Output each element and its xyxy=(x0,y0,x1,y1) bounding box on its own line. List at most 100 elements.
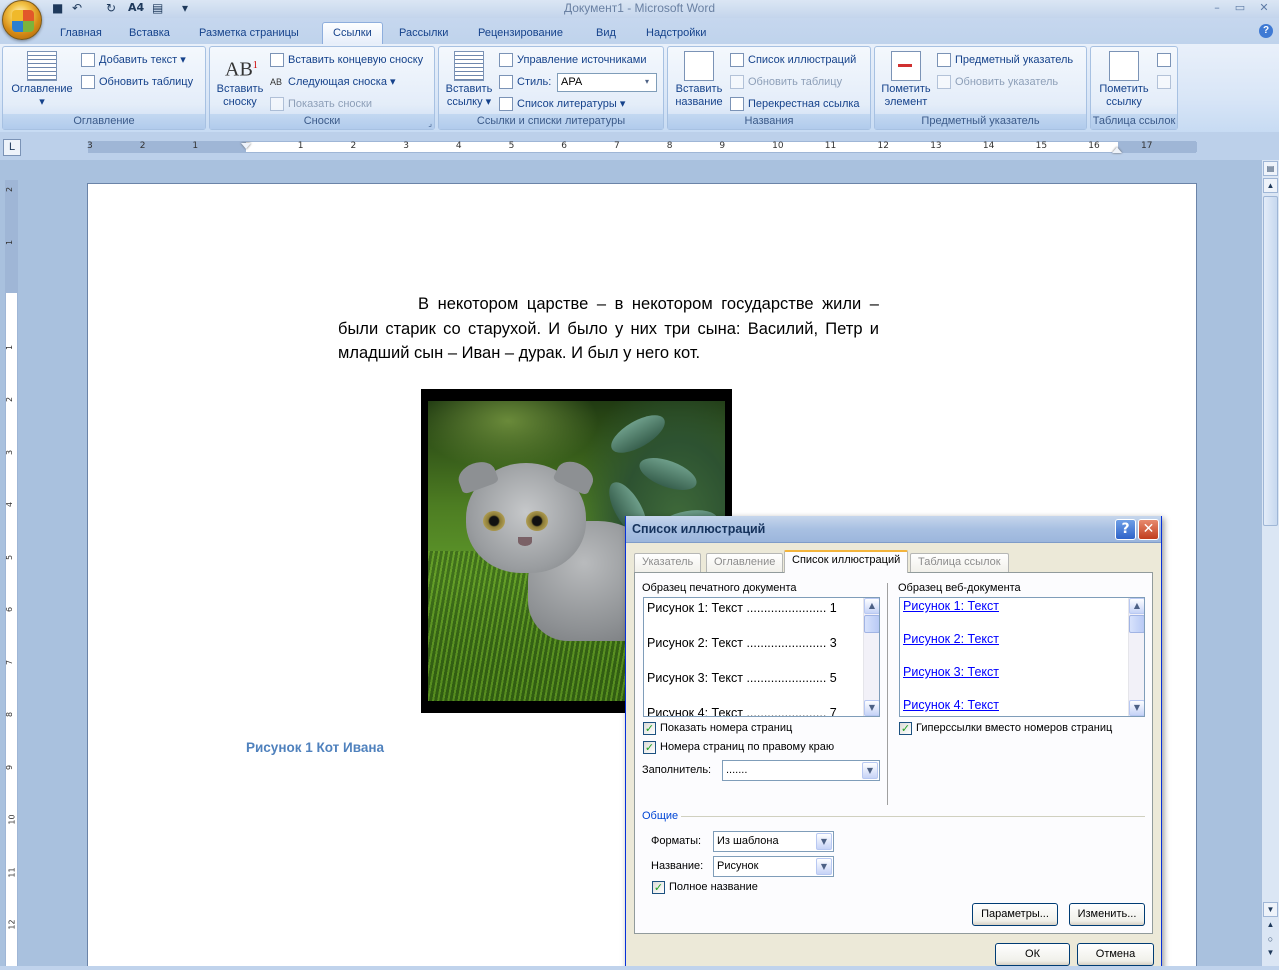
vruler-number: 1 xyxy=(5,344,15,350)
show-notes-button[interactable]: Показать сноски xyxy=(268,95,372,113)
first-line-indent-marker[interactable] xyxy=(241,143,251,149)
right-indent-marker[interactable] xyxy=(1112,147,1122,153)
next-footnote-button[interactable]: AB Следующая сноска ▾ xyxy=(268,73,396,91)
dialog-title-bar[interactable]: Список иллюстраций ? ✕ xyxy=(626,516,1161,543)
right-align-checkbox[interactable]: ✓ xyxy=(643,741,656,754)
cancel-button[interactable]: Отмена xyxy=(1077,943,1154,966)
table-of-figures-button[interactable]: Список иллюстраций xyxy=(728,51,856,69)
scroll-up-icon[interactable]: ▲ xyxy=(1129,598,1144,614)
next-page-icon[interactable]: ▼ xyxy=(1263,948,1278,962)
tab-review[interactable]: Рецензирование xyxy=(468,23,573,43)
tab-references[interactable]: Ссылки xyxy=(322,22,383,44)
ok-button[interactable]: ОК xyxy=(995,943,1070,966)
bibliography-button[interactable]: Список литературы ▾ xyxy=(497,95,625,113)
tab-table-of-figures[interactable]: Список иллюстраций xyxy=(784,550,909,573)
help-icon[interactable]: ? xyxy=(1259,24,1273,38)
ruler-toggle-icon[interactable]: ▤ xyxy=(1263,161,1278,176)
prev-page-icon[interactable]: ▲ xyxy=(1263,920,1278,934)
vruler-number: 8 xyxy=(5,711,15,718)
mark-entry-button[interactable]: Пометить элемент xyxy=(877,51,935,109)
caption-select[interactable]: Рисунок ▼ xyxy=(713,856,834,877)
insert-footnote-button[interactable]: AB1 Вставить сноску xyxy=(212,51,268,109)
tab-home[interactable]: Главная xyxy=(50,23,112,43)
ribbon: Оглавление ▾ Добавить текст ▾ Обновить та… xyxy=(0,44,1279,132)
web-preview-list[interactable]: Рисунок 1: Текст Рисунок 2: Текст Рисуно… xyxy=(899,597,1145,717)
scroll-thumb[interactable] xyxy=(864,615,879,633)
general-divider xyxy=(681,816,1145,817)
browse-object-icon[interactable]: ○ xyxy=(1263,934,1278,948)
update-authorities-icon[interactable] xyxy=(1157,75,1171,89)
group-label-index: Предметный указатель xyxy=(875,114,1086,129)
cross-reference-button[interactable]: Перекрестная ссылка xyxy=(728,95,860,113)
web-preview-scrollbar[interactable]: ▲ ▼ xyxy=(1128,598,1144,716)
print-preview-scrollbar[interactable]: ▲ ▼ xyxy=(863,598,879,716)
group-captions: Вставить название Список иллюстраций Обно… xyxy=(667,46,871,130)
scroll-down-icon[interactable]: ▼ xyxy=(1129,700,1144,716)
scroll-down-icon[interactable]: ▼ xyxy=(864,700,879,716)
ruler-number: 5 xyxy=(508,141,515,151)
dialog-launcher-icon[interactable]: ⌟ xyxy=(428,119,432,128)
style-select[interactable]: APA ▾ xyxy=(557,73,657,92)
manage-sources-label: Управление источниками xyxy=(517,54,647,66)
toc-button[interactable]: Оглавление ▾ xyxy=(7,51,77,109)
insert-authorities-icon[interactable] xyxy=(1157,53,1171,67)
office-button[interactable] xyxy=(2,0,42,40)
scroll-up-icon[interactable]: ▲ xyxy=(864,598,879,614)
figure-caption[interactable]: Рисунок 1 Кот Ивана xyxy=(246,740,384,755)
tab-table-of-authorities[interactable]: Таблица ссылок xyxy=(910,553,1009,572)
insert-index-button[interactable]: Предметный указатель xyxy=(935,51,1073,69)
qat-customize-icon[interactable]: ▾ xyxy=(182,1,188,17)
web-item-link[interactable]: Рисунок 3: Текст xyxy=(903,665,999,679)
vertical-scrollbar[interactable]: ▤ ▲ ▼ ▲ ○ ▼ xyxy=(1261,160,1279,970)
formats-select[interactable]: Из шаблона ▼ xyxy=(713,831,834,852)
insert-caption-label2: название xyxy=(675,96,723,108)
scroll-down-icon[interactable]: ▼ xyxy=(1263,902,1278,917)
manage-sources-button[interactable]: Управление источниками xyxy=(497,51,646,69)
web-item-link[interactable]: Рисунок 2: Текст xyxy=(903,632,999,646)
hyperlinks-checkbox[interactable]: ✓ xyxy=(899,722,912,735)
update-table-button[interactable]: Обновить таблицу xyxy=(79,73,193,91)
full-caption-checkbox[interactable]: ✓ xyxy=(652,881,665,894)
tab-toc[interactable]: Оглавление xyxy=(706,553,784,572)
horizontal-ruler[interactable]: 3 2 1 1 2 3 4 5 6 7 8 9 10 11 12 13 14 15 16 17 xyxy=(87,141,1197,153)
vertical-ruler[interactable]: 2 1 1 2 3 4 5 6 7 8 9 10 11 12 xyxy=(5,180,18,970)
close-button[interactable]: ✕ xyxy=(1253,1,1275,16)
options-button[interactable]: Параметры... xyxy=(972,903,1058,926)
save-icon[interactable]: ■ xyxy=(52,1,63,17)
scroll-thumb[interactable] xyxy=(1129,615,1144,633)
insert-index-label: Предметный указатель xyxy=(955,54,1074,66)
mark-citation-button[interactable]: Пометить ссылку xyxy=(1093,51,1155,109)
insert-citation-button[interactable]: Вставить ссылку ▾ xyxy=(441,51,497,109)
help-button[interactable]: ? xyxy=(1115,519,1136,540)
tab-index[interactable]: Указатель xyxy=(634,553,702,572)
tab-page-layout[interactable]: Разметка страницы xyxy=(189,23,309,43)
dialog-close-button[interactable]: ✕ xyxy=(1138,519,1159,540)
tab-insert[interactable]: Вставка xyxy=(119,23,180,43)
insert-caption-button[interactable]: Вставить название xyxy=(670,51,728,109)
modify-button[interactable]: Изменить... xyxy=(1069,903,1145,926)
update-figures-button[interactable]: Обновить таблицу xyxy=(728,73,842,91)
insert-endnote-button[interactable]: Вставить концевую сноску xyxy=(268,51,423,69)
tab-view[interactable]: Вид xyxy=(586,23,626,43)
document-paragraph[interactable]: В некотором царстве – в некотором госуда… xyxy=(338,292,879,366)
redo-icon[interactable]: ↻ xyxy=(106,1,116,17)
tab-leader-select[interactable]: ....... ▼ xyxy=(722,760,880,781)
ruler-left-margin xyxy=(89,142,246,152)
font-size-icon[interactable]: A4 xyxy=(128,1,144,17)
update-index-button[interactable]: Обновить указатель xyxy=(935,73,1058,91)
web-item-link[interactable]: Рисунок 1: Текст xyxy=(903,599,999,613)
undo-icon[interactable]: ↶ xyxy=(72,1,82,17)
add-text-button[interactable]: Добавить текст ▾ xyxy=(79,51,186,69)
print-preview-list[interactable]: Рисунок 1: Текст .......................… xyxy=(643,597,880,717)
scroll-thumb[interactable] xyxy=(1263,196,1278,526)
tab-selector[interactable]: L xyxy=(3,139,21,156)
show-page-numbers-checkbox[interactable]: ✓ xyxy=(643,722,656,735)
restore-button[interactable]: ▭ xyxy=(1229,1,1251,16)
scroll-up-icon[interactable]: ▲ xyxy=(1263,178,1278,193)
minimize-button[interactable]: – xyxy=(1206,1,1228,16)
ruler-number: 14 xyxy=(982,141,995,151)
new-doc-icon[interactable]: ▤ xyxy=(152,1,163,17)
web-item-link[interactable]: Рисунок 4: Текст xyxy=(903,698,999,712)
tab-addins[interactable]: Надстройки xyxy=(636,23,716,43)
tab-mailings[interactable]: Рассылки xyxy=(389,23,458,43)
